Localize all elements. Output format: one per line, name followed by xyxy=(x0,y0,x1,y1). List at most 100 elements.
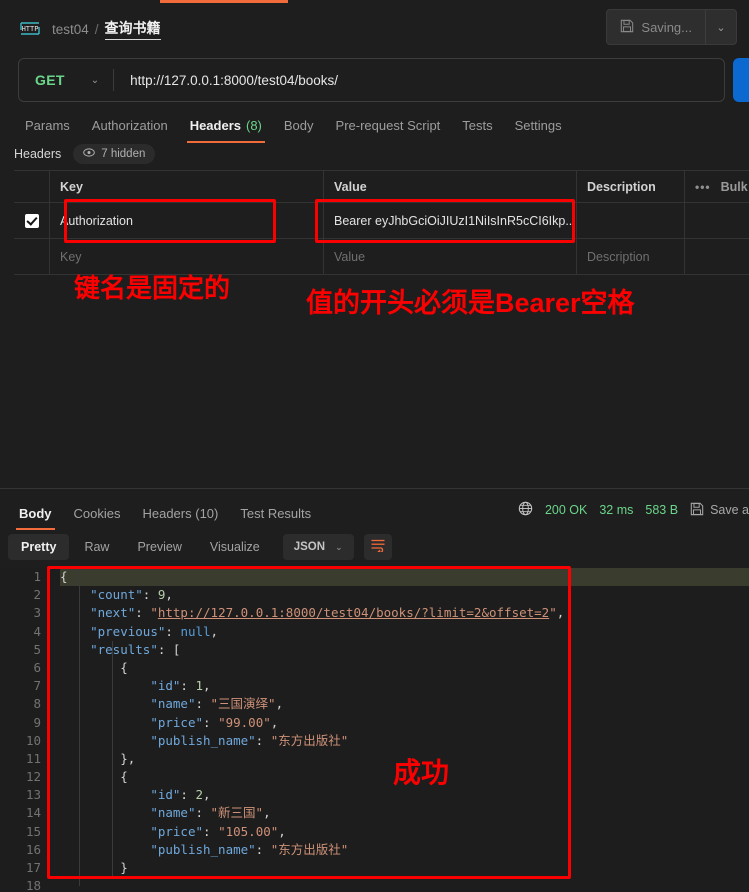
method-label: GET xyxy=(35,72,65,88)
row-description-input[interactable] xyxy=(577,203,685,238)
word-wrap-button[interactable] xyxy=(363,534,392,560)
annotation-value-prefix-note: 值的开头必须是Bearer空格 xyxy=(306,288,635,318)
line-number: 18 xyxy=(25,878,41,892)
annotation-success-note: 成功 xyxy=(393,757,450,788)
response-time: 32 ms xyxy=(599,503,634,517)
code-line: "id": 1, xyxy=(150,678,211,694)
tab-params[interactable]: Params xyxy=(14,110,81,140)
line-number: 10 xyxy=(25,732,41,748)
line-number: 6 xyxy=(33,659,41,675)
ellipsis-icon[interactable]: ••• xyxy=(695,180,711,194)
tab-label: Pre-request Script xyxy=(335,117,441,133)
viewer-tab-raw[interactable]: Raw xyxy=(71,534,122,560)
response-body-viewer[interactable]: 1 2 3 4 5 6 7 8 9 10 11 12 13 14 15 16 1… xyxy=(0,568,749,892)
tab-label: Cookies xyxy=(73,505,121,521)
response-tabs: Body Cookies Headers (10) Test Results xyxy=(8,500,322,530)
line-number: 8 xyxy=(33,696,41,712)
format-selector[interactable]: JSON ⌄ xyxy=(282,534,354,560)
column-header-value: Value xyxy=(324,171,577,202)
save-button-group[interactable]: Saving... ⌄ xyxy=(606,9,737,45)
tab-label: Body xyxy=(19,505,52,521)
table-actions: ••• Bulk Edit xyxy=(685,171,749,202)
tab-label: Test Results xyxy=(240,505,312,521)
line-number: 14 xyxy=(25,805,41,821)
response-tab-body[interactable]: Body xyxy=(8,500,63,530)
save-response-button[interactable]: Save a xyxy=(690,502,749,519)
annotation-key-name-note: 键名是固定的 xyxy=(74,273,231,303)
code-line: "next": "http://127.0.0.1:8000/test04/bo… xyxy=(90,605,565,621)
line-number: 4 xyxy=(33,623,41,639)
response-tab-cookies[interactable]: Cookies xyxy=(63,500,132,526)
column-header-key: Key xyxy=(50,171,324,202)
tab-headers[interactable]: Headers (8) xyxy=(179,110,273,143)
save-disk-icon xyxy=(620,19,634,36)
viewer-tab-visualize[interactable]: Visualize xyxy=(197,534,273,560)
chevron-down-icon: ⌄ xyxy=(90,74,100,86)
checkbox-checked-icon[interactable] xyxy=(24,213,39,228)
new-description-input[interactable]: Description xyxy=(577,239,685,274)
line-number: 3 xyxy=(33,605,41,621)
code-line: "publish_name": "东方出版社" xyxy=(150,732,349,748)
line-number: 11 xyxy=(25,750,41,766)
viewer-tab-pretty[interactable]: Pretty xyxy=(8,534,70,560)
tab-body[interactable]: Body xyxy=(273,110,325,140)
code-area[interactable]: { "count": 9, "next": "http://127.0.0.1:… xyxy=(50,568,749,892)
table-header-row: Key Value Description ••• Bulk Edit xyxy=(14,171,749,203)
tab-pre-request-script[interactable]: Pre-request Script xyxy=(325,110,452,140)
tab-label: Settings xyxy=(514,117,562,133)
viewer-tab-preview[interactable]: Preview xyxy=(124,534,194,560)
code-line: "results": [ xyxy=(90,641,181,657)
postman-window: HTTP test04 / 查询书籍 Saving... ⌄ GET ⌄ htt… xyxy=(0,0,749,892)
chevron-down-icon: ⌄ xyxy=(716,21,726,34)
line-number-gutter: 1 2 3 4 5 6 7 8 9 10 11 12 13 14 15 16 1… xyxy=(0,568,50,892)
http-icon: HTTP xyxy=(18,19,42,39)
tab-tests[interactable]: Tests xyxy=(451,110,503,140)
line-number: 17 xyxy=(25,860,41,875)
line-number: 12 xyxy=(25,769,41,785)
code-line: { xyxy=(60,568,749,587)
save-disk-icon xyxy=(690,502,704,519)
new-row-actions xyxy=(685,239,749,274)
breadcrumb-request-name[interactable]: 查询书籍 xyxy=(104,18,161,40)
headers-table: Key Value Description ••• Bulk Edit Auth… xyxy=(14,170,749,275)
column-header-description: Description xyxy=(577,171,685,202)
tab-label: Headers xyxy=(189,117,241,133)
response-tab-headers[interactable]: Headers (10) xyxy=(131,500,229,526)
row-value-input[interactable]: Bearer eyJhbGciOiJIUzI1NiIsInR5cCI6Ikp..… xyxy=(324,203,577,238)
line-number: 1 xyxy=(33,569,41,584)
line-number: 7 xyxy=(33,678,41,694)
code-line: "name": "三国演绎", xyxy=(150,696,284,712)
chevron-down-icon: ⌄ xyxy=(335,541,343,552)
response-tab-test-results[interactable]: Test Results xyxy=(229,500,322,526)
url-input[interactable]: http://127.0.0.1:8000/test04/books/ xyxy=(114,73,338,88)
hidden-headers-toggle[interactable]: 7 hidden xyxy=(73,144,156,164)
bulk-edit-button[interactable]: Bulk Edit xyxy=(721,180,749,194)
response-meta: 200 OK 32 ms 583 B Save a xyxy=(518,501,749,519)
tab-authorization[interactable]: Authorization xyxy=(81,110,179,140)
next-url-link[interactable]: http://127.0.0.1:8000/test04/books/?limi… xyxy=(158,605,549,620)
indent-guide xyxy=(79,568,80,886)
format-label: JSON xyxy=(293,541,326,553)
save-button[interactable]: Saving... xyxy=(607,10,705,44)
row-checkbox[interactable] xyxy=(14,203,50,238)
line-number: 13 xyxy=(25,787,41,803)
tab-settings[interactable]: Settings xyxy=(504,110,573,140)
code-line: { xyxy=(120,659,128,675)
line-number: 9 xyxy=(33,714,41,730)
tab-active-underline xyxy=(186,141,265,143)
row-checkbox-empty[interactable] xyxy=(14,239,50,274)
save-dropdown-button[interactable]: ⌄ xyxy=(706,10,736,44)
svg-text:HTTP: HTTP xyxy=(22,25,39,33)
row-actions xyxy=(685,203,749,238)
active-tab-indicator xyxy=(160,0,288,3)
code-line: "price": "99.00", xyxy=(150,714,279,730)
new-value-input[interactable]: Value xyxy=(324,239,577,274)
line-number: 2 xyxy=(33,587,41,603)
send-button[interactable] xyxy=(733,58,749,102)
row-key-input[interactable]: Authorization xyxy=(50,203,324,238)
breadcrumb-separator: / xyxy=(94,21,99,37)
method-selector[interactable]: GET ⌄ xyxy=(19,59,113,101)
tab-label: Headers xyxy=(142,505,192,521)
breadcrumb-project[interactable]: test04 xyxy=(52,22,89,37)
indent-guide xyxy=(112,641,113,878)
